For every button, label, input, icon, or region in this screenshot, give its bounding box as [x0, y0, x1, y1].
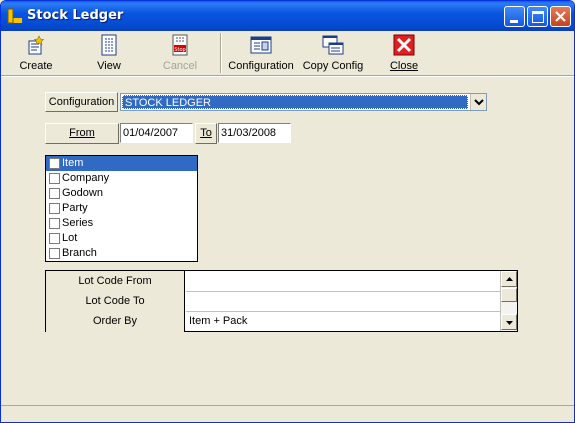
row-header: Lot Code From: [46, 271, 185, 292]
table-row: Order By Item + Pack: [46, 311, 501, 332]
copy-config-label: Copy Config: [302, 60, 364, 72]
group-by-list[interactable]: Item Company Godown Party Series Lot Bra…: [45, 155, 198, 262]
arrow-down-icon: [506, 321, 513, 325]
list-item[interactable]: Company: [46, 171, 197, 186]
dropdown-arrow-button[interactable]: [470, 94, 486, 110]
stop-icon: Stop: [172, 34, 188, 56]
checkbox[interactable]: [49, 158, 60, 169]
to-date-field[interactable]: 31/03/2008: [218, 123, 291, 143]
close-window-button[interactable]: [550, 6, 571, 27]
title-bar[interactable]: Stock Ledger: [1, 1, 574, 31]
close-label: Close: [389, 60, 419, 72]
app-icon: [7, 8, 22, 24]
configuration-button[interactable]: Configuration: [226, 34, 296, 74]
cancel-label: Cancel: [162, 60, 198, 72]
toolbar-divider: [1, 75, 574, 77]
copy-config-icon: [322, 35, 344, 55]
maximize-button[interactable]: [527, 6, 548, 27]
view-label: View: [97, 60, 121, 72]
create-label: Create: [19, 60, 53, 72]
maximize-icon: [532, 11, 544, 23]
view-icon: [101, 34, 117, 56]
configuration-label: Configuration: [228, 60, 294, 72]
close-button[interactable]: Close: [383, 34, 425, 74]
checkbox[interactable]: [49, 248, 60, 259]
configuration-icon: [250, 36, 272, 54]
window-title: Stock Ledger: [27, 8, 124, 23]
row-header: Lot Code To: [46, 291, 185, 312]
table-row: Lot Code From: [46, 271, 501, 292]
order-by-cell[interactable]: Item + Pack: [186, 311, 500, 332]
lot-code-from-cell[interactable]: [186, 271, 500, 292]
to-button[interactable]: To: [195, 123, 217, 144]
filter-grid: Lot Code From Lot Code To Order By Item …: [45, 270, 518, 332]
list-item[interactable]: Item: [46, 156, 197, 171]
configuration-selected-value: STOCK LEDGER: [122, 95, 468, 109]
minimize-icon: [510, 20, 518, 23]
from-date-field[interactable]: 01/04/2007: [120, 123, 193, 143]
status-bar: [1, 405, 574, 422]
list-item[interactable]: Party: [46, 201, 197, 216]
scroll-down-button[interactable]: [501, 314, 517, 330]
toolbar-separator: [220, 33, 222, 73]
arrow-up-icon: [506, 277, 513, 281]
toolbar: Create View Stop Cancel Configuration Co…: [1, 31, 574, 75]
create-button[interactable]: Create: [13, 34, 59, 74]
chevron-down-icon: [474, 99, 484, 106]
svg-text:Stop: Stop: [174, 47, 185, 53]
scroll-thumb[interactable]: [501, 288, 517, 302]
table-row: Lot Code To: [46, 291, 501, 312]
checkbox[interactable]: [49, 173, 60, 184]
scroll-up-button[interactable]: [501, 271, 517, 287]
list-item[interactable]: Lot: [46, 231, 197, 246]
row-header: Order By: [46, 311, 185, 332]
create-icon: [28, 35, 45, 55]
configuration-field-label: Configuration: [45, 92, 118, 112]
configuration-dropdown[interactable]: STOCK LEDGER: [120, 93, 487, 111]
grid-scrollbar[interactable]: [500, 271, 517, 331]
checkbox[interactable]: [49, 233, 60, 244]
checkbox[interactable]: [49, 218, 60, 229]
lot-code-to-cell[interactable]: [186, 291, 500, 312]
close-red-x-icon: [393, 34, 415, 56]
view-button[interactable]: View: [87, 34, 131, 74]
stock-ledger-window: Stock Ledger Create View Stop Cancel Con…: [0, 0, 575, 423]
from-button[interactable]: From: [45, 123, 119, 144]
list-item[interactable]: Godown: [46, 186, 197, 201]
cancel-button[interactable]: Stop Cancel: [158, 34, 202, 74]
copy-config-button[interactable]: Copy Config: [301, 34, 365, 74]
checkbox[interactable]: [49, 203, 60, 214]
close-icon: [555, 11, 566, 22]
checkbox[interactable]: [49, 188, 60, 199]
list-item[interactable]: Branch: [46, 246, 197, 261]
list-item[interactable]: Series: [46, 216, 197, 231]
minimize-button[interactable]: [504, 6, 525, 27]
